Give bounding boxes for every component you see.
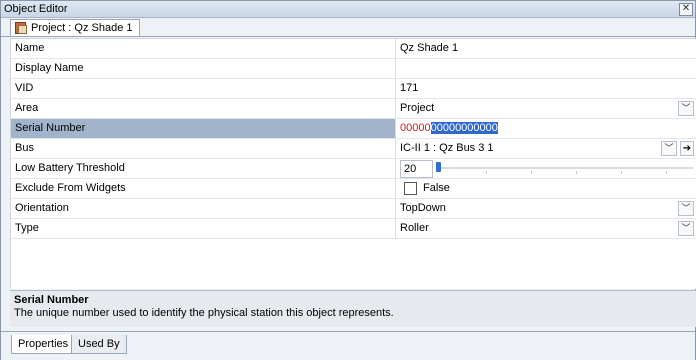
property-row-low-battery-threshold[interactable]: Low Battery Threshold 20 [11,159,696,179]
property-row-bus[interactable]: Bus IC-II 1 : Qz Bus 3 1 ﹀ ➔ [11,139,696,159]
object-editor-window: Object Editor ✕ Project : Qz Shade 1 Nam… [0,0,696,360]
tab-project-label: Project : Qz Shade 1 [31,22,133,34]
orientation-value-text: TopDown [400,202,446,214]
slider-tick [486,171,487,174]
property-name: Serial Number [11,119,396,138]
slider-tick [576,171,577,174]
chevron-down-icon[interactable]: ﹀ [678,221,694,236]
property-value-vid[interactable]: 171 [396,79,696,98]
chevron-down-icon[interactable]: ﹀ [678,201,694,216]
project-icon [15,22,27,34]
property-row-vid[interactable]: VID 171 [11,79,696,99]
property-name: Type [11,219,396,238]
property-value-type[interactable]: Roller ﹀ [396,219,696,238]
property-name: Bus [11,139,396,158]
slider-tick [621,171,622,174]
slider-tick [531,171,532,174]
property-value-bus[interactable]: IC-II 1 : Qz Bus 3 1 ﹀ ➔ [396,139,696,158]
property-value-name[interactable]: Qz Shade 1 [396,39,696,58]
serial-number-selected: 00000000000 [430,122,498,134]
bus-value-text: IC-II 1 : Qz Bus 3 1 [400,142,494,154]
property-name: Area [11,99,396,118]
threshold-slider-track[interactable] [438,167,693,169]
property-name: Low Battery Threshold [11,159,396,178]
exclude-value-text: False [423,182,450,194]
type-value-text: Roller [400,222,429,234]
property-value-area[interactable]: Project ﹀ [396,99,696,118]
description-title: Serial Number [14,294,89,306]
property-row-name[interactable]: Name Qz Shade 1 [11,39,696,59]
property-name: Exclude From Widgets [11,179,396,198]
slider-tick [666,171,667,174]
tab-project[interactable]: Project : Qz Shade 1 [10,19,140,36]
property-name: VID [11,79,396,98]
threshold-slider-thumb[interactable] [436,162,441,172]
property-row-area[interactable]: Area Project ﹀ [11,99,696,119]
tab-used-by[interactable]: Used By [71,335,127,354]
window-title: Object Editor [4,3,68,15]
property-row-orientation[interactable]: Orientation TopDown ﹀ [11,199,696,219]
description-panel: Serial Number The unique number used to … [10,290,696,327]
arrow-right-icon[interactable]: ➔ [680,141,694,156]
property-row-exclude-from-widgets[interactable]: Exclude From Widgets False [11,179,696,199]
property-name: Display Name [11,59,396,78]
property-value-orientation[interactable]: TopDown ﹀ [396,199,696,218]
property-value-low-battery[interactable]: 20 [396,159,696,178]
property-name: Name [11,39,396,58]
serial-number-prefix: 00000 [400,122,431,134]
property-row-type[interactable]: Type Roller ﹀ [11,219,696,239]
description-text: The unique number used to identify the p… [14,307,394,319]
exclude-checkbox[interactable] [404,181,417,195]
area-value-text: Project [400,102,435,114]
chevron-down-icon[interactable]: ﹀ [661,141,677,156]
bottom-tab-bar: Properties Used By [1,331,695,360]
title-bar: Object Editor ✕ [1,1,695,18]
property-row-display-name[interactable]: Display Name [11,59,696,79]
tab-properties[interactable]: Properties [11,335,76,354]
close-icon[interactable]: ✕ [679,3,693,16]
property-row-serial-number[interactable]: Serial Number 0000000000000000 [11,119,696,139]
low-battery-value[interactable]: 20 [400,160,433,178]
document-tab-bar: Project : Qz Shade 1 [1,18,695,37]
property-grid: Name Qz Shade 1 Display Name VID 171 Are… [10,38,696,289]
property-value-display-name[interactable] [396,59,696,78]
property-value-exclude[interactable]: False [396,179,696,198]
chevron-down-icon[interactable]: ﹀ [678,101,694,116]
property-value-serial-number[interactable]: 0000000000000000 [396,119,696,138]
property-name: Orientation [11,199,396,218]
